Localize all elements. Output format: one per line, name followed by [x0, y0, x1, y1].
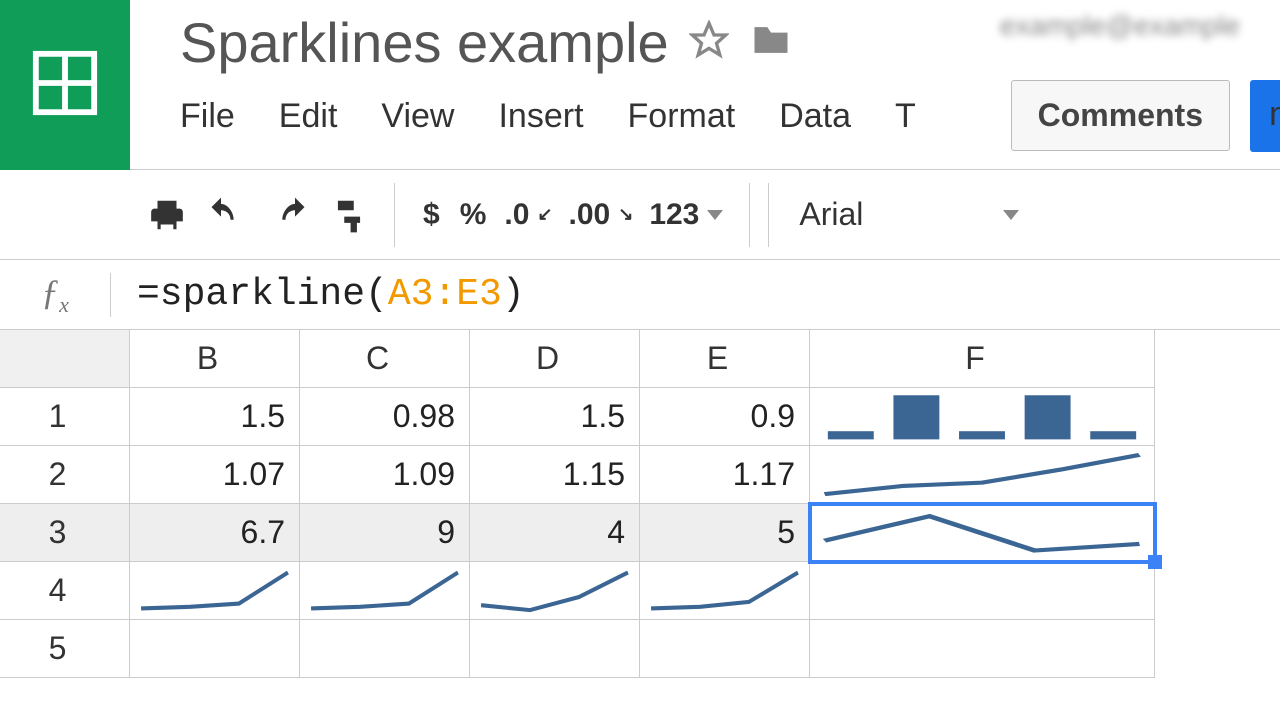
menu-file[interactable]: File — [180, 97, 235, 136]
cell-C3[interactable]: 9 — [300, 504, 470, 562]
row-header-1[interactable]: 1 — [0, 388, 130, 446]
menu-overflow: n — [1269, 95, 1280, 134]
menu-data[interactable]: Data — [779, 97, 851, 136]
selection-handle[interactable] — [1148, 555, 1162, 569]
user-identity: example@example — [1000, 10, 1240, 42]
font-selector[interactable]: Arial — [768, 183, 1049, 247]
cell-E1[interactable]: 0.9 — [640, 388, 810, 446]
menu-edit[interactable]: Edit — [279, 97, 338, 136]
col-header-E[interactable]: E — [640, 330, 810, 388]
app-header: Sparklines example File Edit View Insert… — [0, 0, 1280, 170]
decrease-decimal-button[interactable]: .0↙ — [496, 198, 560, 232]
col-header-F[interactable]: F — [810, 330, 1155, 388]
cell-F3-sparkline-line[interactable] — [810, 504, 1155, 562]
menu-view[interactable]: View — [381, 97, 454, 136]
menu-tools[interactable]: T — [895, 97, 916, 136]
col-header-B[interactable]: B — [130, 330, 300, 388]
cell-F5[interactable] — [810, 620, 1155, 678]
fx-icon: ƒx — [0, 271, 110, 318]
header-main: Sparklines example File Edit View Insert… — [130, 0, 1280, 136]
cell-D3[interactable]: 4 — [470, 504, 640, 562]
paint-format-icon[interactable] — [322, 185, 376, 245]
cell-D4-sparkline-line[interactable] — [470, 562, 640, 620]
menu-insert[interactable]: Insert — [498, 97, 583, 136]
cell-C5[interactable] — [300, 620, 470, 678]
cell-E4-sparkline-line[interactable] — [640, 562, 810, 620]
toolbar: $ % .0↙ .00↘ 123 Arial — [0, 170, 1280, 260]
col-header-D[interactable]: D — [470, 330, 640, 388]
cell-F2-sparkline-line[interactable] — [810, 446, 1155, 504]
cell-B2[interactable]: 1.07 — [130, 446, 300, 504]
cell-B5[interactable] — [130, 620, 300, 678]
formula-bar: ƒx =sparkline(A3:E3) — [0, 260, 1280, 330]
select-all-corner[interactable] — [0, 330, 130, 388]
cell-D1[interactable]: 1.5 — [470, 388, 640, 446]
row-header-3[interactable]: 3 — [0, 504, 130, 562]
print-icon[interactable] — [140, 185, 194, 245]
redo-icon[interactable] — [268, 185, 322, 245]
col-header-C[interactable]: C — [300, 330, 470, 388]
formula-input[interactable]: =sparkline(A3:E3) — [111, 273, 1280, 316]
cell-E3[interactable]: 5 — [640, 504, 810, 562]
star-icon[interactable] — [689, 20, 729, 65]
cell-D5[interactable] — [470, 620, 640, 678]
cell-E5[interactable] — [640, 620, 810, 678]
row-header-2[interactable]: 2 — [0, 446, 130, 504]
cell-B1[interactable]: 1.5 — [130, 388, 300, 446]
cell-B4-sparkline-line[interactable] — [130, 562, 300, 620]
cell-C2[interactable]: 1.09 — [300, 446, 470, 504]
cell-C1[interactable]: 0.98 — [300, 388, 470, 446]
undo-icon[interactable] — [194, 185, 248, 245]
cell-E2[interactable]: 1.17 — [640, 446, 810, 504]
number-format-button[interactable]: 123 — [641, 198, 731, 232]
menu-format[interactable]: Format — [628, 97, 736, 136]
comments-button[interactable]: Comments — [1011, 80, 1230, 151]
currency-button[interactable]: $ — [413, 198, 450, 232]
cell-B3[interactable]: 6.7 — [130, 504, 300, 562]
row-header-4[interactable]: 4 — [0, 562, 130, 620]
row-header-5[interactable]: 5 — [0, 620, 130, 678]
cell-F4[interactable] — [810, 562, 1155, 620]
percent-button[interactable]: % — [450, 198, 497, 232]
cell-D2[interactable]: 1.15 — [470, 446, 640, 504]
spreadsheet-grid: B C D E F 1 1.5 0.98 1.5 0.9 2 1.07 1.09… — [0, 330, 1280, 678]
folder-icon[interactable] — [749, 18, 793, 67]
chevron-down-icon — [1003, 210, 1019, 220]
document-title[interactable]: Sparklines example — [180, 10, 669, 75]
app-logo[interactable] — [0, 0, 130, 170]
increase-decimal-button[interactable]: .00↘ — [561, 198, 642, 232]
font-name: Arial — [799, 196, 863, 233]
cell-C4-sparkline-line[interactable] — [300, 562, 470, 620]
sheets-icon — [30, 48, 100, 123]
cell-F1-sparkline-bar[interactable] — [810, 388, 1155, 446]
